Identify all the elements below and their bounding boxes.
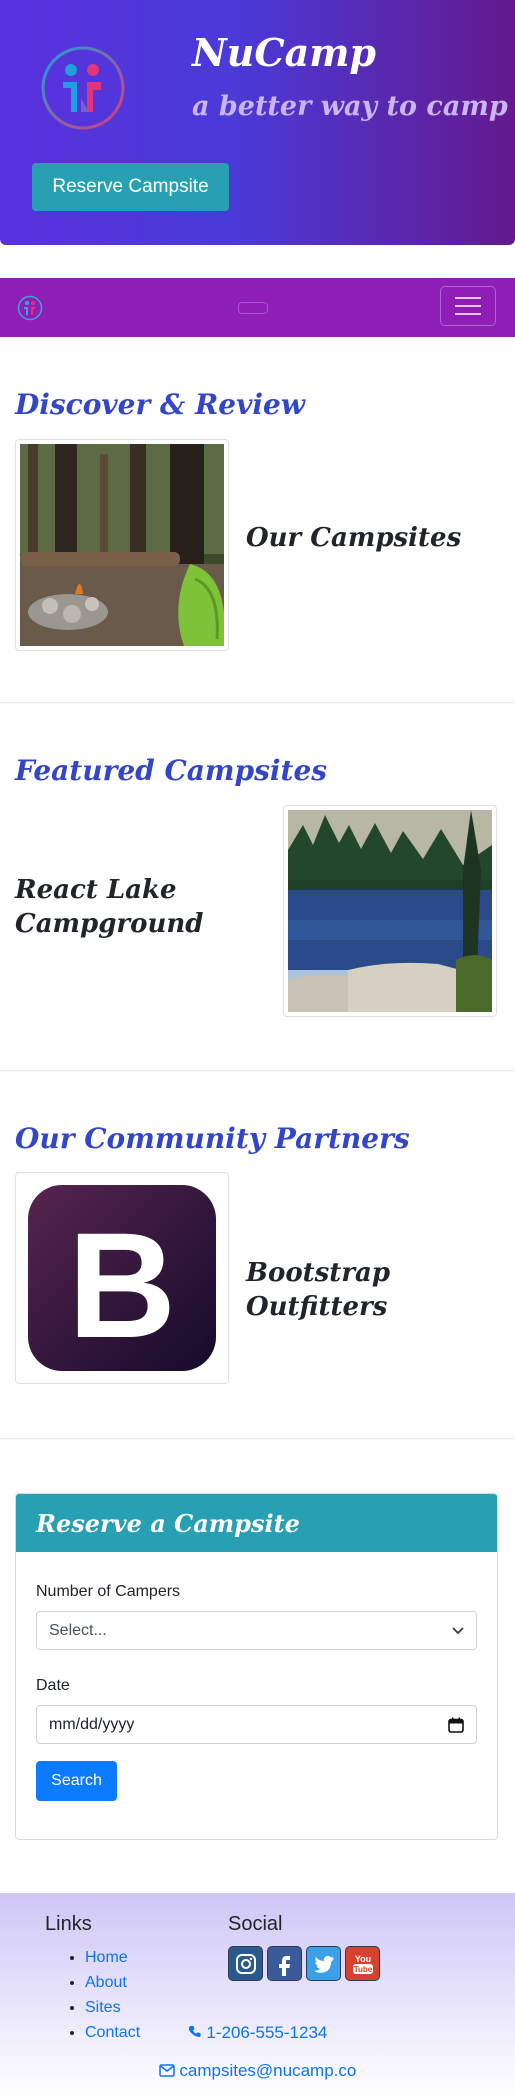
section-divider bbox=[0, 1070, 515, 1071]
footer-phone-link[interactable]: 1-206-555-1234 bbox=[0, 2023, 515, 2043]
section-divider bbox=[0, 702, 515, 703]
date-input-placeholder: mm/dd/yyyy bbox=[49, 1715, 135, 1733]
our-campsites-title: Our Campsites bbox=[246, 523, 462, 553]
section-divider bbox=[0, 1438, 515, 1439]
envelope-icon bbox=[158, 2064, 175, 2077]
youtube-icon[interactable]: You Tube bbox=[345, 1946, 380, 1981]
lake-image bbox=[288, 810, 492, 1012]
navbar bbox=[0, 278, 515, 337]
chevron-down-icon bbox=[452, 1626, 464, 1634]
react-lake-campground-title: React Lake Campground bbox=[15, 875, 204, 939]
reserve-campsite-card: Reserve a Campsite Number of Campers Sel… bbox=[15, 1493, 498, 1840]
hamburger-icon-bar bbox=[455, 305, 481, 307]
facebook-icon[interactable] bbox=[267, 1946, 302, 1981]
search-button[interactable]: Search bbox=[36, 1761, 117, 1801]
hamburger-icon bbox=[455, 297, 481, 299]
campers-select[interactable]: Select... bbox=[36, 1611, 477, 1650]
header-jumbotron: NuCamp a better way to camp Reserve Camp… bbox=[0, 0, 515, 245]
footer-link-item: Sites bbox=[85, 1995, 140, 2020]
nucamp-logo-icon bbox=[41, 46, 125, 130]
footer-link-item: About bbox=[85, 1970, 140, 1995]
svg-text:Tube: Tube bbox=[353, 1965, 372, 1974]
footer-email-link[interactable]: campsites@nucamp.co bbox=[0, 2061, 515, 2081]
svg-text:You: You bbox=[354, 1954, 370, 1964]
email-address: campsites@nucamp.co bbox=[179, 2061, 357, 2080]
reserve-campsite-button[interactable]: Reserve Campsite bbox=[32, 163, 229, 211]
discover-heading: Discover & Review bbox=[15, 388, 305, 421]
phone-icon bbox=[188, 2026, 201, 2037]
bootstrap-outfitters-title: Bootstrap Outfitters bbox=[246, 1258, 391, 1322]
date-label: Date bbox=[36, 1677, 70, 1694]
date-input[interactable]: mm/dd/yyyy bbox=[36, 1705, 477, 1744]
navbar-collapsed-indicator bbox=[238, 302, 268, 314]
footer-link-sites[interactable]: Sites bbox=[85, 1999, 121, 2016]
partners-heading: Our Community Partners bbox=[15, 1122, 410, 1155]
instagram-icon[interactable] bbox=[228, 1946, 263, 1981]
bootstrap-logo-icon: B bbox=[28, 1185, 216, 1371]
footer-link-about[interactable]: About bbox=[85, 1974, 127, 1991]
hamburger-icon-bar bbox=[455, 313, 481, 315]
campers-select-value: Select... bbox=[49, 1621, 107, 1639]
svg-text:B: B bbox=[68, 1201, 176, 1369]
campsite-image[interactable] bbox=[15, 439, 229, 651]
footer-link-home[interactable]: Home bbox=[85, 1949, 128, 1966]
phone-number: 1-206-555-1234 bbox=[206, 2023, 328, 2042]
footer: Links Home About Sites Contact Social Yo… bbox=[0, 1893, 515, 2098]
brand-tagline: a better way to camp bbox=[192, 91, 508, 122]
footer-link-item: Home bbox=[85, 1945, 140, 1970]
partner-logo[interactable]: B bbox=[15, 1172, 229, 1384]
footer-social-heading: Social bbox=[228, 1913, 283, 1935]
navbar-logo-icon[interactable] bbox=[17, 295, 43, 321]
social-icons: You Tube bbox=[228, 1946, 380, 1981]
calendar-icon[interactable] bbox=[448, 1717, 464, 1733]
featured-heading: Featured Campsites bbox=[15, 754, 328, 787]
forest-campsite-image bbox=[20, 444, 224, 646]
brand-title: NuCamp bbox=[192, 30, 377, 75]
twitter-icon[interactable] bbox=[306, 1946, 341, 1981]
navbar-toggler-button[interactable] bbox=[440, 286, 496, 326]
reserve-card-title: Reserve a Campsite bbox=[16, 1494, 497, 1552]
footer-links-heading: Links bbox=[45, 1913, 92, 1935]
campers-label: Number of Campers bbox=[36, 1583, 181, 1600]
featured-campsite-image[interactable] bbox=[283, 805, 497, 1017]
